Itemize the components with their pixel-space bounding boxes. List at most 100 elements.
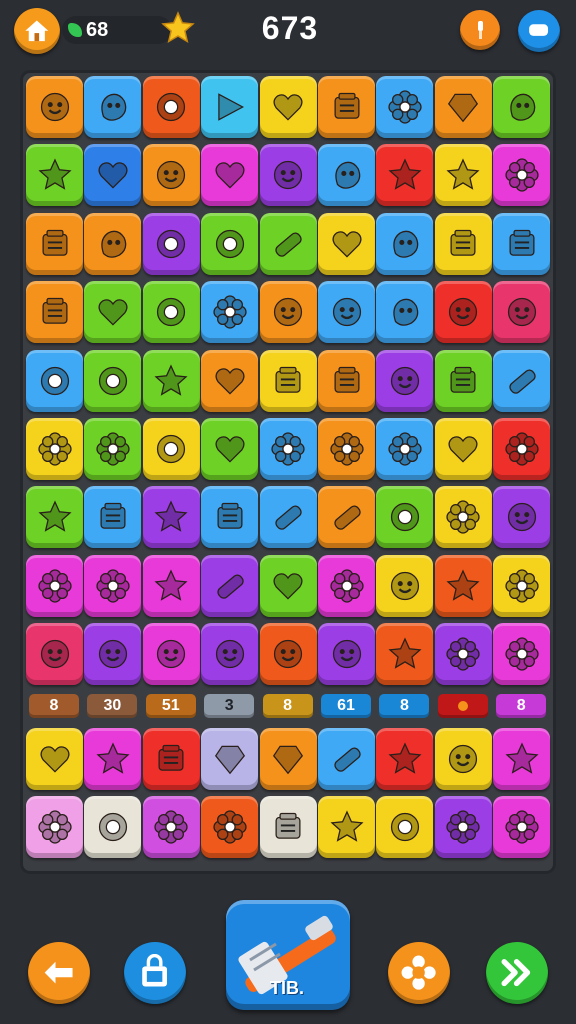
board-tile[interactable] xyxy=(376,486,434,549)
board-tile[interactable] xyxy=(84,796,142,858)
board-tile[interactable] xyxy=(259,554,317,617)
board-tile[interactable] xyxy=(142,554,200,617)
board-tile[interactable] xyxy=(201,796,259,858)
board-tile[interactable] xyxy=(259,212,317,275)
board-tile[interactable] xyxy=(493,144,551,207)
board-tile[interactable] xyxy=(318,554,375,617)
board-tile[interactable] xyxy=(142,486,200,549)
booster-button[interactable] xyxy=(388,942,450,1004)
board-tile[interactable] xyxy=(376,212,434,275)
board-tile[interactable] xyxy=(434,349,492,412)
board-tile[interactable] xyxy=(142,349,200,412)
board-tile[interactable] xyxy=(318,486,375,549)
board-tile[interactable] xyxy=(493,554,551,617)
board-tile[interactable] xyxy=(26,623,83,686)
next-button[interactable] xyxy=(486,942,548,1004)
board-tile[interactable] xyxy=(376,281,434,344)
board-tile[interactable] xyxy=(259,727,317,790)
board-tile[interactable] xyxy=(84,212,142,275)
board-tile[interactable] xyxy=(259,349,317,412)
board-tile[interactable] xyxy=(318,796,375,858)
board-tile[interactable] xyxy=(142,623,200,686)
board-tile[interactable] xyxy=(201,281,259,344)
board-tile[interactable] xyxy=(201,144,259,207)
board-tile[interactable] xyxy=(26,76,83,138)
board-tile[interactable] xyxy=(84,486,142,549)
board-tile[interactable] xyxy=(376,144,434,207)
board-tile[interactable] xyxy=(318,76,375,138)
board-tile[interactable] xyxy=(26,144,83,207)
board-tile[interactable] xyxy=(84,281,142,344)
board-tile[interactable] xyxy=(26,486,83,549)
board-tile[interactable] xyxy=(142,76,200,138)
board-tile[interactable] xyxy=(142,144,200,207)
board-tile[interactable] xyxy=(84,418,142,480)
board-tile[interactable] xyxy=(259,144,317,207)
board-tile[interactable] xyxy=(318,727,375,790)
board-tile[interactable] xyxy=(259,796,317,858)
board-tile[interactable] xyxy=(318,212,375,275)
board-tile[interactable] xyxy=(201,212,259,275)
board-tile[interactable] xyxy=(84,349,142,412)
board-tile[interactable] xyxy=(434,418,492,480)
board-tile[interactable] xyxy=(201,349,259,412)
board-tile[interactable] xyxy=(318,623,375,686)
board-tile[interactable] xyxy=(434,727,492,790)
board-tile[interactable] xyxy=(84,76,142,138)
board-tile[interactable] xyxy=(259,486,317,549)
board-tile[interactable] xyxy=(201,554,259,617)
board-tile[interactable] xyxy=(142,281,200,344)
board-tile[interactable] xyxy=(84,554,142,617)
board-tile[interactable] xyxy=(142,727,200,790)
board-tile[interactable] xyxy=(493,76,551,138)
board-tile[interactable] xyxy=(493,796,551,858)
board-tile[interactable] xyxy=(201,76,259,138)
board-tile[interactable] xyxy=(84,623,142,686)
board-tile[interactable] xyxy=(26,349,83,412)
board-tile[interactable] xyxy=(434,144,492,207)
board-tile[interactable] xyxy=(434,212,492,275)
board-tile[interactable] xyxy=(376,623,434,686)
board-tile[interactable] xyxy=(318,418,375,480)
board-tile[interactable] xyxy=(142,212,200,275)
board-tile[interactable] xyxy=(493,281,551,344)
board-tile[interactable] xyxy=(376,349,434,412)
board-tile[interactable] xyxy=(318,281,375,344)
board-tile[interactable] xyxy=(376,554,434,617)
board-tile[interactable] xyxy=(376,76,434,138)
board-tile[interactable] xyxy=(26,418,83,480)
board-tile[interactable] xyxy=(84,727,142,790)
board-tile[interactable] xyxy=(26,727,83,790)
board-tile[interactable] xyxy=(376,796,434,858)
board-tile[interactable] xyxy=(493,212,551,275)
back-button[interactable] xyxy=(28,942,90,1004)
board-tile[interactable] xyxy=(318,144,375,207)
board-tile[interactable] xyxy=(434,554,492,617)
board-tile[interactable] xyxy=(434,796,492,858)
home-button[interactable] xyxy=(14,8,60,54)
board-tile[interactable] xyxy=(493,418,551,480)
board-tile[interactable] xyxy=(26,281,83,344)
tools-button[interactable] xyxy=(460,10,500,50)
powerup-button[interactable]: TIB. xyxy=(226,900,350,1010)
board-tile[interactable] xyxy=(142,796,200,858)
board-tile[interactable] xyxy=(376,727,434,790)
board-tile[interactable] xyxy=(434,486,492,549)
board-tile[interactable] xyxy=(493,486,551,549)
board-tile[interactable] xyxy=(434,281,492,344)
chat-button[interactable] xyxy=(518,10,560,52)
board-tile[interactable] xyxy=(201,727,259,790)
board-tile[interactable] xyxy=(84,144,142,207)
board-tile[interactable] xyxy=(142,418,200,480)
board-tile[interactable] xyxy=(26,796,83,858)
board-tile[interactable] xyxy=(434,76,492,138)
shop-button[interactable] xyxy=(124,942,186,1004)
board-tile[interactable] xyxy=(201,418,259,480)
board-tile[interactable] xyxy=(493,623,551,686)
board-tile[interactable] xyxy=(259,418,317,480)
board-tile[interactable] xyxy=(493,727,551,790)
board-tile[interactable] xyxy=(259,76,317,138)
board-tile[interactable] xyxy=(259,281,317,344)
board-tile[interactable] xyxy=(318,349,375,412)
board-tile[interactable] xyxy=(434,623,492,686)
